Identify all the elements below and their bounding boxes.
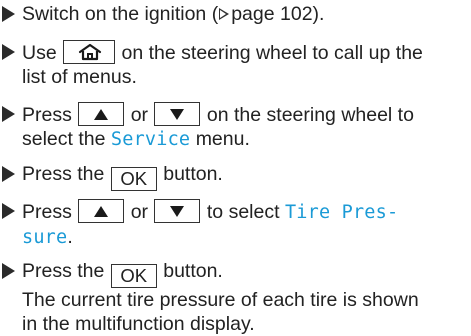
up-arrow-icon: [94, 109, 109, 120]
home-icon: [79, 43, 102, 61]
tire-pressure-menu-name-cont: sure: [22, 227, 68, 248]
step-use-home-button: Use on the steering wheel to call up the…: [0, 40, 468, 89]
tire-pressure-menu-name: Tire Pres-: [284, 202, 399, 223]
step-text: Press or to select Tire Pres-: [22, 199, 468, 225]
down-arrow-icon: [170, 206, 185, 217]
step-text: Press or on the steering wheel to: [22, 102, 468, 127]
step-text: Press the OK button.: [22, 259, 468, 288]
step-text-part: select the: [22, 128, 106, 150]
step-text-part: Press: [22, 201, 72, 223]
instruction-page: Switch on the ignition ( page 102). Use o…: [0, 0, 471, 335]
step-bullet-icon: [2, 106, 15, 122]
step-switch-on-ignition: Switch on the ignition ( page 102).: [0, 2, 468, 26]
up-arrow-icon: [94, 206, 109, 217]
step-text-part: Press: [22, 104, 72, 126]
service-menu-name: Service: [110, 129, 191, 150]
step-text-part: or: [130, 104, 149, 126]
step-select-tire-pressure: Press or to select Tire Pres- sure.: [0, 199, 468, 250]
page-reference-icon: [219, 8, 230, 20]
step-text-line2: list of menus.: [22, 66, 137, 88]
up-arrow-key: [78, 102, 125, 126]
step-text-part: .: [67, 226, 73, 248]
step-text: Switch on the ignition ( page 102).: [22, 2, 468, 26]
ok-key: OK: [110, 264, 157, 288]
step-text-part: button.: [163, 260, 223, 282]
home-key: [63, 40, 116, 64]
step-text-part: on the steering wheel to: [206, 104, 414, 126]
step-text-line2: sure.: [22, 225, 468, 250]
step-text: Press the OK button.: [22, 162, 468, 191]
step-text-part: menu.: [195, 128, 250, 150]
step-text-line2: select the Service menu.: [22, 127, 468, 152]
step-text-part: Press the: [22, 163, 105, 185]
down-arrow-key: [154, 199, 201, 223]
result-text-line2: in the multifunction display.: [22, 313, 255, 335]
step-bullet-icon: [2, 203, 15, 219]
ok-key: OK: [110, 167, 157, 191]
page-reference[interactable]: page 102: [231, 3, 312, 25]
step-text-part: or: [130, 201, 149, 223]
step-bullet-icon: [2, 44, 15, 60]
step-text-part: ).: [312, 3, 325, 25]
step-text: Use on the steering wheel to call up the: [22, 40, 468, 65]
step-bullet-icon: [2, 166, 15, 182]
step-press-ok-result: Press the OK button. The current tire pr…: [0, 259, 468, 336]
up-arrow-key: [78, 199, 125, 223]
step-text-part: Use: [22, 42, 57, 64]
result-text-line1: The current tire pressure of each tire i…: [22, 289, 419, 311]
step-bullet-icon: [2, 263, 15, 279]
step-text-part: to select: [206, 201, 280, 223]
step-text-part: button.: [163, 163, 223, 185]
step-press-ok: Press the OK button.: [0, 162, 468, 191]
step-text-part: Press the: [22, 260, 105, 282]
down-arrow-icon: [170, 109, 185, 120]
step-bullet-icon: [2, 6, 15, 22]
step-select-service-menu: Press or on the steering wheel to select…: [0, 102, 468, 152]
down-arrow-key: [154, 102, 201, 126]
step-text-part: on the steering wheel to call up the: [121, 42, 423, 64]
step-text-part: Switch on the ignition (: [22, 3, 219, 25]
